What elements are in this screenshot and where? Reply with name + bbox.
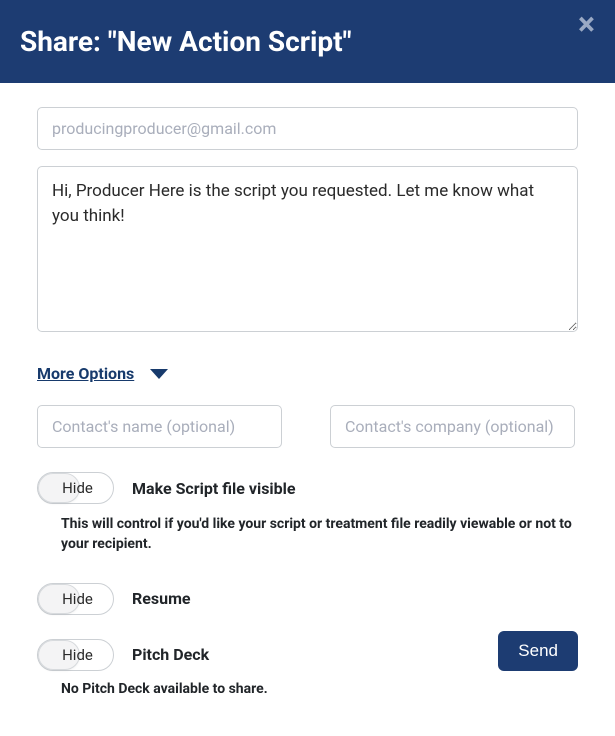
more-options-label: More Options xyxy=(37,364,134,383)
close-icon[interactable]: × xyxy=(578,8,595,40)
toggle-label: Hide xyxy=(38,473,113,503)
message-textarea[interactable] xyxy=(37,166,578,332)
contact-company-input[interactable] xyxy=(330,405,575,448)
option-desc-script: This will control if you'd like your scr… xyxy=(61,514,578,555)
modal-body: More Options Hide Make Script file visib… xyxy=(0,83,615,721)
contact-name-input[interactable] xyxy=(37,405,282,448)
toggle-pitchdeck[interactable]: Hide xyxy=(37,639,114,671)
send-button[interactable]: Send xyxy=(498,631,578,671)
modal-header: Share: "New Action Script" × xyxy=(0,0,615,83)
option-label-resume: Resume xyxy=(132,589,191,608)
option-note-pitchdeck: No Pitch Deck available to share. xyxy=(61,681,578,697)
chevron-down-icon xyxy=(150,369,168,379)
option-row-resume: Hide Resume xyxy=(37,583,578,615)
option-row-script: Hide Make Script file visible xyxy=(37,472,578,504)
toggle-label: Hide xyxy=(38,584,113,614)
more-options-toggle[interactable]: More Options xyxy=(37,364,168,383)
toggle-label: Hide xyxy=(38,640,113,670)
modal-title: Share: "New Action Script" xyxy=(20,25,352,58)
option-label-script: Make Script file visible xyxy=(132,479,296,498)
toggle-script-visibility[interactable]: Hide xyxy=(37,472,114,504)
email-input[interactable] xyxy=(37,107,578,150)
toggle-resume[interactable]: Hide xyxy=(37,583,114,615)
option-row-pitchdeck: Hide Pitch Deck xyxy=(37,639,578,671)
option-label-pitchdeck: Pitch Deck xyxy=(132,645,209,664)
